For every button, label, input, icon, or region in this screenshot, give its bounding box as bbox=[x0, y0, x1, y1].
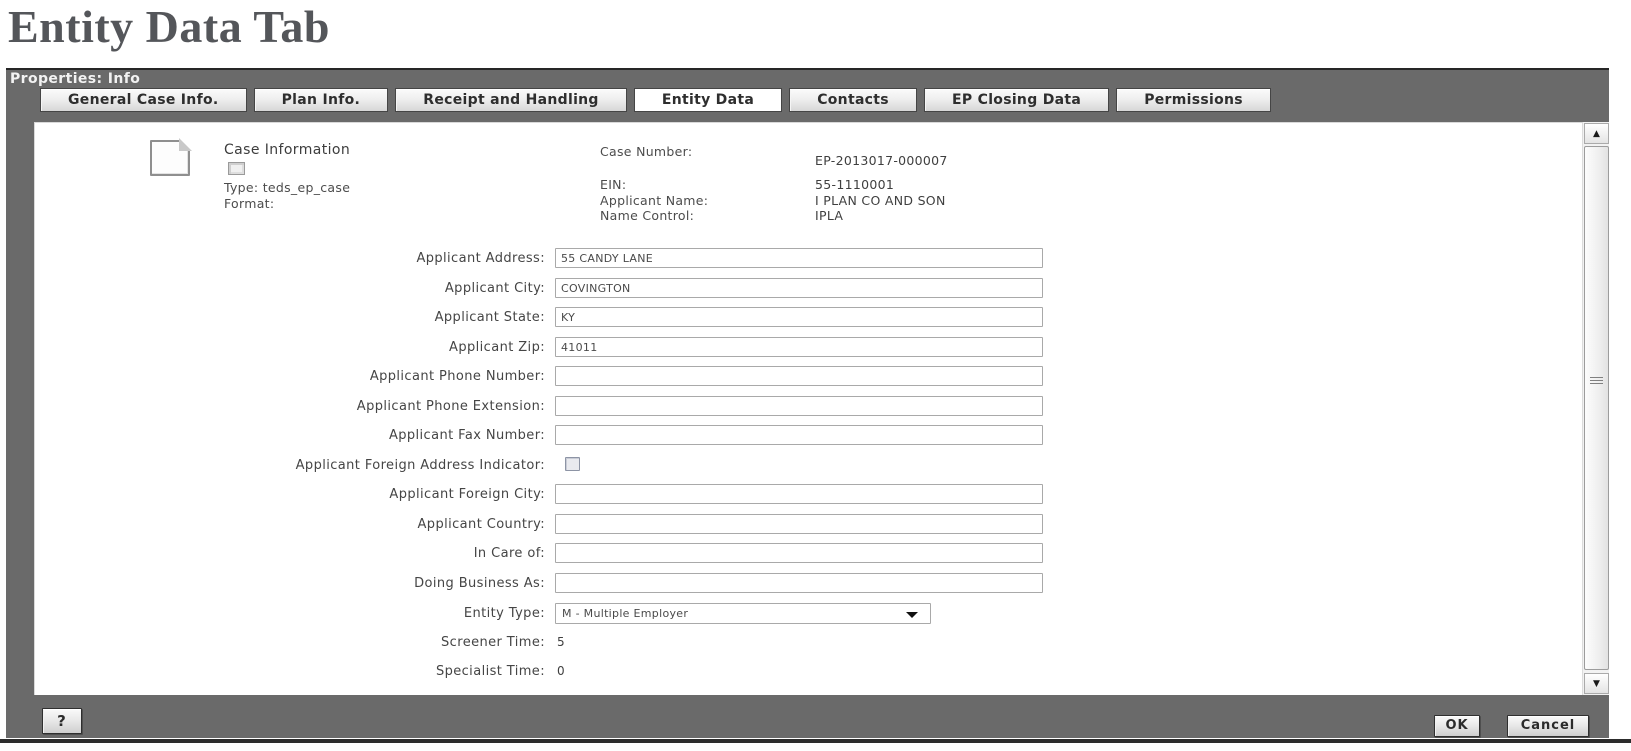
applicant-phone-number-label: Applicant Phone Number: bbox=[34, 369, 545, 384]
tab-receipt-and-handling[interactable]: Receipt and Handling bbox=[395, 88, 627, 112]
document-icon bbox=[150, 140, 190, 176]
form-row-specialist-time: Specialist Time: 0 bbox=[34, 661, 1084, 683]
cancel-button[interactable]: Cancel bbox=[1507, 715, 1589, 737]
applicant-name-value: I PLAN CO AND SON bbox=[815, 193, 946, 208]
scroll-up-button[interactable]: ▲ bbox=[1584, 123, 1609, 144]
applicant-fax-number-label: Applicant Fax Number: bbox=[34, 428, 545, 443]
scroll-down-button[interactable]: ▼ bbox=[1584, 673, 1609, 694]
properties-window: Properties: Info General Case Info. Plan… bbox=[6, 68, 1609, 738]
form-row-clipped: Reviewer Time: bbox=[34, 691, 1084, 695]
form-row-in-care-of: In Care of: bbox=[34, 543, 1084, 565]
screener-time-label: Screener Time: bbox=[34, 635, 545, 650]
form-row-applicant-address: Applicant Address: bbox=[34, 248, 1084, 270]
name-control-value: IPLA bbox=[815, 208, 843, 223]
applicant-zip-label: Applicant Zip: bbox=[34, 340, 545, 355]
tab-general-case-info[interactable]: General Case Info. bbox=[40, 88, 247, 112]
applicant-phone-extension-label: Applicant Phone Extension: bbox=[34, 399, 545, 414]
entity-type-selected-value: M - Multiple Employer bbox=[562, 607, 688, 620]
applicant-address-input[interactable] bbox=[555, 248, 1043, 268]
page-title: Entity Data Tab bbox=[8, 0, 330, 53]
entity-data-panel: Case Information Type: teds_ep_case Form… bbox=[34, 122, 1609, 695]
in-care-of-label: In Care of: bbox=[34, 546, 545, 561]
doing-business-as-input[interactable] bbox=[555, 573, 1043, 593]
tab-ep-closing-data[interactable]: EP Closing Data bbox=[924, 88, 1109, 112]
clipped-next-field-label: Reviewer Time: bbox=[34, 694, 545, 695]
form-row-doing-business-as: Doing Business As: bbox=[34, 573, 1084, 595]
case-information-title: Case Information bbox=[224, 142, 350, 158]
page-bottom-divider bbox=[0, 739, 1631, 743]
help-button[interactable]: ? bbox=[42, 708, 82, 734]
vertical-scrollbar[interactable]: ▲ ▼ bbox=[1582, 122, 1609, 695]
applicant-country-label: Applicant Country: bbox=[34, 517, 545, 532]
tab-bar: General Case Info. Plan Info. Receipt an… bbox=[40, 88, 1273, 112]
name-control-label: Name Control: bbox=[600, 208, 694, 223]
applicant-fax-number-input[interactable] bbox=[555, 425, 1043, 445]
ein-label: EIN: bbox=[600, 177, 626, 192]
case-number-label: Case Number: bbox=[600, 144, 692, 159]
doing-business-as-label: Doing Business As: bbox=[34, 576, 545, 591]
applicant-zip-input[interactable] bbox=[555, 337, 1043, 357]
case-type-line: Type: teds_ep_case bbox=[224, 180, 350, 195]
entity-type-select[interactable]: M - Multiple Employer bbox=[555, 603, 931, 624]
applicant-foreign-city-input[interactable] bbox=[555, 484, 1043, 504]
tab-permissions[interactable]: Permissions bbox=[1116, 88, 1271, 112]
scrollbar-grip bbox=[1590, 377, 1603, 386]
tab-entity-data[interactable]: Entity Data bbox=[634, 88, 782, 112]
object-badge-icon bbox=[228, 162, 245, 175]
applicant-city-label: Applicant City: bbox=[34, 281, 545, 296]
scrollbar-thumb[interactable] bbox=[1584, 146, 1609, 670]
form-row-applicant-country: Applicant Country: bbox=[34, 514, 1084, 536]
applicant-state-label: Applicant State: bbox=[34, 310, 545, 325]
form-row-applicant-zip: Applicant Zip: bbox=[34, 337, 1084, 359]
form-row-applicant-phone-ext: Applicant Phone Extension: bbox=[34, 396, 1084, 418]
applicant-phone-extension-input[interactable] bbox=[555, 396, 1043, 416]
applicant-foreign-address-indicator-label: Applicant Foreign Address Indicator: bbox=[34, 458, 545, 473]
case-number-value: EP-2013017-000007 bbox=[815, 153, 948, 168]
screener-time-value: 5 bbox=[557, 635, 565, 649]
ein-value: 55-1110001 bbox=[815, 177, 894, 192]
applicant-foreign-address-indicator-checkbox[interactable] bbox=[565, 457, 580, 471]
form-row-applicant-fax: Applicant Fax Number: bbox=[34, 425, 1084, 447]
form-row-foreign-city: Applicant Foreign City: bbox=[34, 484, 1084, 506]
ok-button[interactable]: OK bbox=[1434, 715, 1480, 737]
tab-plan-info[interactable]: Plan Info. bbox=[254, 88, 389, 112]
window-title: Properties: Info bbox=[10, 71, 140, 87]
form-row-applicant-state: Applicant State: bbox=[34, 307, 1084, 329]
in-care-of-input[interactable] bbox=[555, 543, 1043, 563]
specialist-time-label: Specialist Time: bbox=[34, 664, 545, 679]
tab-contacts[interactable]: Contacts bbox=[789, 88, 917, 112]
case-format-line: Format: bbox=[224, 196, 274, 211]
applicant-country-input[interactable] bbox=[555, 514, 1043, 534]
applicant-address-label: Applicant Address: bbox=[34, 251, 545, 266]
specialist-time-value: 0 bbox=[557, 664, 565, 678]
applicant-state-input[interactable] bbox=[555, 307, 1043, 327]
chevron-down-icon bbox=[906, 612, 918, 618]
applicant-foreign-city-label: Applicant Foreign City: bbox=[34, 487, 545, 502]
form-row-foreign-address-indicator: Applicant Foreign Address Indicator: bbox=[34, 455, 1084, 477]
form-row-screener-time: Screener Time: 5 bbox=[34, 632, 1084, 654]
form-row-applicant-phone: Applicant Phone Number: bbox=[34, 366, 1084, 388]
applicant-phone-number-input[interactable] bbox=[555, 366, 1043, 386]
form-row-entity-type: Entity Type: M - Multiple Employer bbox=[34, 603, 1084, 625]
applicant-city-input[interactable] bbox=[555, 278, 1043, 298]
entity-type-label: Entity Type: bbox=[34, 606, 545, 621]
applicant-name-label: Applicant Name: bbox=[600, 193, 708, 208]
form-row-applicant-city: Applicant City: bbox=[34, 278, 1084, 300]
